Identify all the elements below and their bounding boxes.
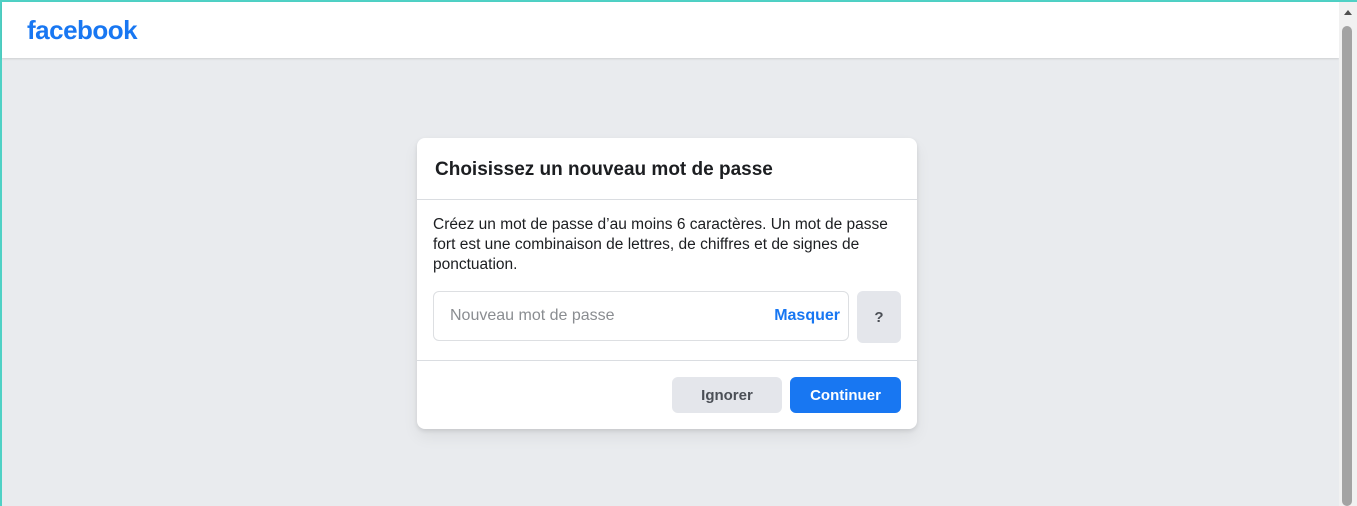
- dialog-header-divider: [417, 199, 917, 200]
- top-navigation-bar: facebook: [2, 2, 1339, 58]
- new-password-input[interactable]: [434, 292, 754, 340]
- dialog-footer-divider: [417, 360, 917, 361]
- ignore-button[interactable]: Ignorer: [672, 377, 782, 413]
- dialog-description: Créez un mot de passe d’au moins 6 carac…: [433, 216, 888, 273]
- dialog-title: Choisissez un nouveau mot de passe: [435, 159, 773, 180]
- new-password-dialog: Choisissez un nouveau mot de passe Créez…: [417, 138, 917, 429]
- hide-password-toggle[interactable]: Masquer: [774, 306, 840, 326]
- chevron-up-icon[interactable]: [1344, 10, 1352, 15]
- vertical-scrollbar[interactable]: [1339, 2, 1357, 506]
- facebook-logo[interactable]: facebook: [27, 14, 138, 46]
- page: facebook Choisissez un nouveau mot de pa…: [0, 0, 1357, 506]
- password-field-container[interactable]: Masquer: [433, 291, 849, 341]
- continue-button[interactable]: Continuer: [790, 377, 901, 413]
- scrollbar-thumb[interactable]: [1342, 26, 1352, 506]
- password-help-button[interactable]: ?: [857, 291, 901, 343]
